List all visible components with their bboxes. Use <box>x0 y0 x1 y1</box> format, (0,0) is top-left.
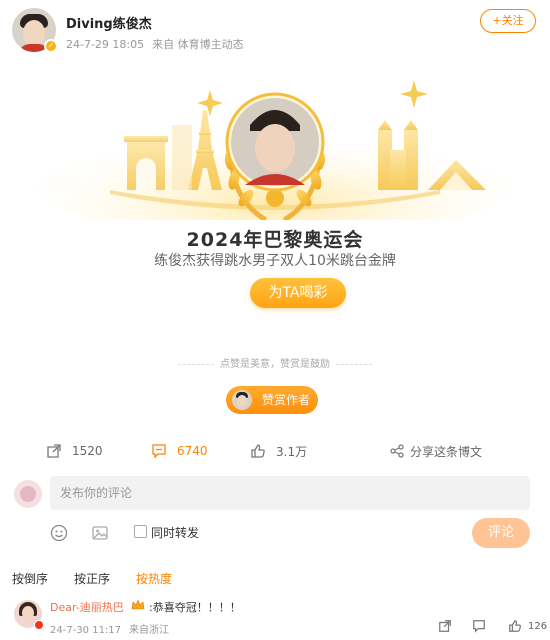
comment-item: Dear-迪丽热巴 :恭喜夺冠！！！！ 24-7-30 11:17 来自浙江 12… <box>12 598 547 638</box>
comment-time: 24-7-30 11:17 <box>50 625 122 636</box>
post-time[interactable]: 24-7-29 18:05 <box>66 38 144 51</box>
repost-checkbox-label[interactable]: 同时转发 <box>151 524 199 541</box>
card-subtitle: 练俊杰获得跳水男子双人10米跳台金牌 <box>154 253 396 269</box>
card-title: 2024年巴黎奥运会 <box>186 229 364 251</box>
sparkle-icon <box>400 80 428 108</box>
arc-de-triomphe-icon <box>124 136 168 190</box>
repost-button[interactable]: 1520 <box>46 438 103 464</box>
post-header: ✓ Diving练俊杰 24-7-29 18:05 来自 体育博主动态 +关注 <box>12 8 538 54</box>
comment-input[interactable] <box>50 476 530 510</box>
comment-count: 6740 <box>177 444 208 458</box>
like-button[interactable]: 3.1万 <box>250 438 307 464</box>
olympic-banner-illustration <box>35 80 515 220</box>
share-icon <box>390 444 404 458</box>
comment-meta: 24-7-30 11:17 来自浙江 <box>50 621 169 636</box>
comment-like-icon[interactable] <box>508 619 522 633</box>
repost-count: 1520 <box>72 444 103 458</box>
image-icon[interactable] <box>91 524 109 542</box>
comment-icon <box>152 444 166 459</box>
athlete-portrait <box>231 98 319 186</box>
repost-checkbox[interactable] <box>134 525 147 538</box>
vip-badge-icon <box>34 620 44 630</box>
post-source: 来自 体育博主动态 <box>152 38 244 51</box>
comment-reply-icon[interactable] <box>472 619 486 633</box>
sort-tab-desc[interactable]: 按倒序 <box>12 570 48 587</box>
comment-text: :恭喜夺冠！！！！ <box>149 601 241 614</box>
sort-tab-hot[interactable]: 按热度 <box>136 570 172 587</box>
sparkle-icon <box>197 90 223 116</box>
emoji-icon[interactable] <box>50 524 68 542</box>
author-name[interactable]: Diving练俊杰 <box>66 13 152 32</box>
comment-tools: 同时转发 评论 <box>0 518 550 548</box>
current-user-avatar <box>14 480 42 508</box>
author-mini-avatar <box>232 390 252 410</box>
follow-button[interactable]: +关注 <box>480 9 536 33</box>
verified-badge-icon: ✓ <box>44 39 58 53</box>
share-label: 分享这条博文 <box>410 444 483 459</box>
comment-button[interactable]: 6740 <box>151 438 208 464</box>
comment-repost-icon[interactable] <box>438 619 452 633</box>
commenter-name[interactable]: Dear-迪丽热巴 <box>50 599 124 615</box>
reward-tip-text: 点赞是美意，赞赏是鼓励 <box>220 359 330 370</box>
sort-tab-asc[interactable]: 按正序 <box>74 570 110 587</box>
repost-icon <box>47 444 61 458</box>
share-button[interactable]: 分享这条博文 <box>390 438 482 464</box>
post-action-bar: 1520 6740 3.1万 分享这条博文 <box>0 438 550 464</box>
cheer-button[interactable]: 为TA喝彩 <box>250 278 346 308</box>
comment-compose <box>12 476 538 514</box>
reward-tip: 点赞是美意，赞赏是鼓励 <box>0 355 550 370</box>
submit-comment-button[interactable]: 评论 <box>472 518 530 548</box>
like-count: 3.1万 <box>276 444 308 459</box>
crown-icon <box>131 599 145 610</box>
post-meta: 24-7-29 18:05 来自 体育博主动态 <box>66 36 244 52</box>
comment-like-count: 126 <box>528 621 548 632</box>
comment-location: 来自浙江 <box>129 625 170 636</box>
thumbs-up-icon <box>251 444 265 458</box>
reward-author-button[interactable]: 赞赏作者 <box>226 386 318 414</box>
reward-button-label: 赞赏作者 <box>262 393 311 407</box>
